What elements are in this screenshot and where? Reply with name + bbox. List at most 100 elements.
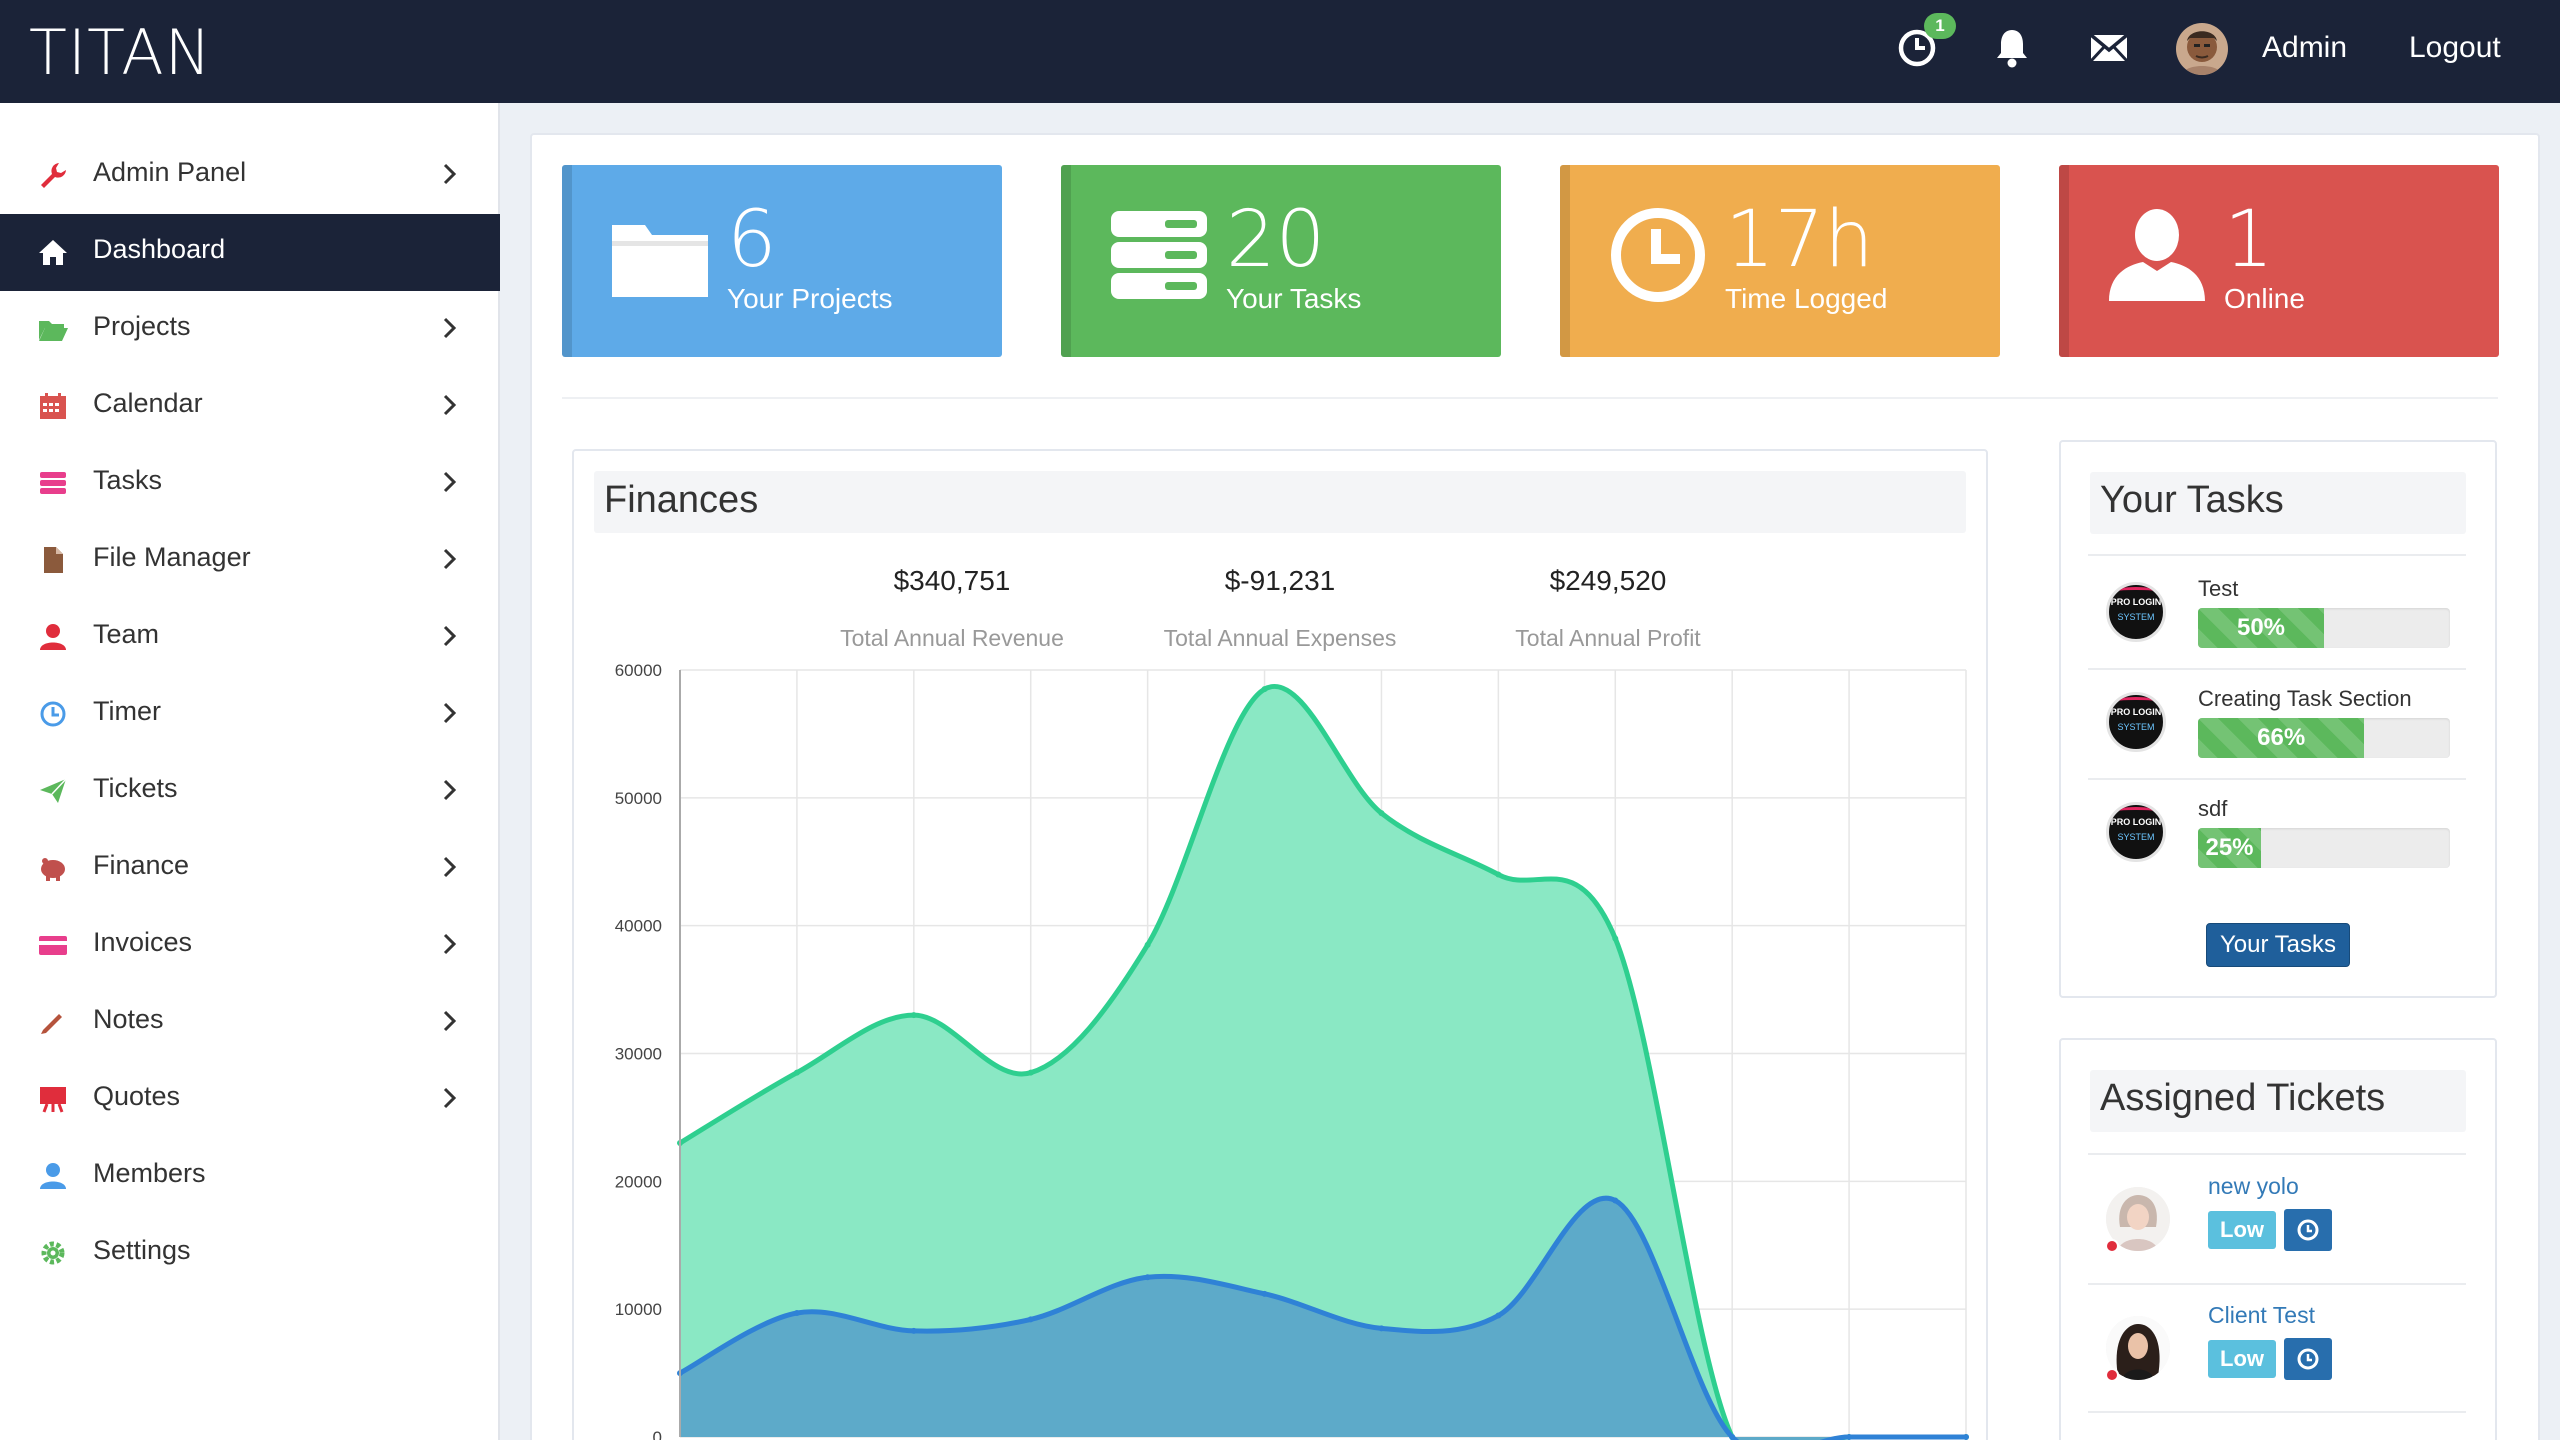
logo-text: PRO LOGIN [2110,817,2162,827]
logo-text: SYSTEM [2117,832,2155,842]
sidebar-item-label: Quotes [93,1081,181,1111]
sidebar-item-notes[interactable]: Notes [0,984,500,1061]
sidebar-item-invoices[interactable]: Invoices [0,907,500,984]
stat-time-logged[interactable]: 17h Time Logged [1560,165,2000,357]
stat-label: Online [2224,283,2305,314]
ticket-status-dot [2105,1368,2119,1382]
task-row[interactable]: PRO LOGIN SYSTEM sdf 25% [2088,778,2466,888]
top-navbar: TITAN 1 Admin Logout [0,0,2560,103]
task-progress-fill: 50% [2198,608,2324,648]
sidebar-item-settings[interactable]: Settings [0,1215,500,1292]
finances-header [594,471,1966,533]
ticket-title[interactable]: new yolo [2208,1173,2299,1200]
user-menu-name[interactable]: Admin [2262,31,2347,65]
credit-card-icon [37,929,69,961]
sidebar-item-members[interactable]: Members [0,1138,500,1215]
sidebar-item-label: Tickets [93,773,178,803]
task-row[interactable]: PRO LOGIN SYSTEM Test 50% [2088,558,2466,668]
sidebar-item-label: File Manager [93,542,251,572]
task-progress-bar: 66% [2198,718,2450,758]
sidebar-item-admin-panel[interactable]: Admin Panel [0,137,500,214]
y-tick-label: 30000 [615,1045,662,1064]
ticket-title[interactable]: Client Test [2208,1302,2315,1329]
task-logo: PRO LOGIN SYSTEM [2106,582,2166,642]
row-divider [2088,1283,2466,1285]
task-logo: PRO LOGIN SYSTEM [2106,692,2166,752]
sidebar-item-label: Invoices [93,927,193,957]
priority-badge: Low [2208,1340,2276,1378]
folder-open-icon [37,313,69,345]
sidebar-item-label: Calendar [93,388,203,418]
ticket-row[interactable]: new yolo Low [2088,1157,2466,1285]
total-profit-value: $249,520 [1549,565,1667,596]
sidebar-item-quotes[interactable]: Quotes [0,1061,500,1138]
data-point [910,1012,917,1019]
sidebar-item-label: Finance [93,850,190,880]
task-name[interactable]: Creating Task Section [2198,686,2412,712]
y-tick-label: 60000 [615,661,662,680]
chevron-right-icon [440,159,460,189]
task-row[interactable]: PRO LOGIN SYSTEM Creating Task Section 66% [2088,668,2466,778]
total-revenue-value: $340,751 [893,565,1011,596]
logo-text: PRO LOGIN [2110,707,2162,717]
stat-edge [1061,165,1071,357]
logo-text: SYSTEM [2117,612,2155,622]
sidebar-item-timer[interactable]: Timer [0,676,500,753]
stat-label: Time Logged [1725,283,1888,314]
sidebar-item-team[interactable]: Team [0,599,500,676]
task-name[interactable]: Test [2198,576,2238,602]
clock-icon[interactable] [2284,1338,2332,1380]
sidebar-item-label: Settings [93,1235,191,1265]
stat-value: 6 [727,195,777,285]
ticket-row[interactable]: Client Test Low [2088,1286,2466,1414]
data-point [1144,1274,1151,1281]
chevron-right-icon [440,467,460,497]
home-icon [37,236,69,268]
task-name[interactable]: sdf [2198,796,2227,822]
stat-edge [2059,165,2069,357]
data-point [1261,1290,1268,1297]
sidebar-item-tasks[interactable]: Tasks [0,445,500,522]
logout-link[interactable]: Logout [2409,31,2501,65]
sidebar-item-finance[interactable]: Finance [0,830,500,907]
logo-text: PRO LOGIN [2110,597,2162,607]
sidebar-item-label: Admin Panel [93,157,247,187]
total-revenue-label: Total Annual Revenue [840,625,1064,651]
task-progress-bar: 50% [2198,608,2450,648]
stat-online[interactable]: 1 Online [2059,165,2499,357]
chevron-right-icon [440,929,460,959]
sidebar-item-label: Projects [93,311,191,341]
ticket-status-dot [2105,1239,2119,1253]
data-point [1378,1325,1385,1332]
chevron-right-icon [440,1083,460,1113]
bell-icon[interactable] [1990,26,2034,70]
sidebar-item-dashboard[interactable]: Dashboard [0,214,500,291]
sidebar-item-calendar[interactable]: Calendar [0,368,500,445]
stat-tasks[interactable]: 20 Your Tasks [1061,165,1501,357]
sidebar-item-file-manager[interactable]: File Manager [0,522,500,599]
y-tick-label: 0 [653,1428,662,1440]
stat-value: 1 [2224,195,2274,285]
wrench-icon [37,159,69,191]
data-point [793,1069,800,1076]
data-point [1027,1069,1034,1076]
brand-logo[interactable]: TITAN [29,16,212,89]
your-tasks-button[interactable]: Your Tasks [2206,923,2350,967]
data-point [1612,1197,1619,1204]
sidebar-item-tickets[interactable]: Tickets [0,753,500,830]
mail-icon[interactable] [2087,26,2131,70]
finances-chart: 0 10000 20000 30000 40000 50000 60000 [615,661,1969,1440]
sidebar-item-label: Dashboard [93,234,226,264]
sidebar-item-projects[interactable]: Projects [0,291,500,368]
stat-label: Your Tasks [1226,283,1362,314]
stat-value: 20 [1226,195,1326,285]
user-avatar[interactable] [2176,23,2228,75]
sidebar-item-label: Notes [93,1004,164,1034]
priority-badge: Low [2208,1211,2276,1249]
total-profit-label: Total Annual Profit [1515,625,1701,651]
user-icon [37,1160,69,1192]
clock-icon[interactable] [2284,1209,2332,1251]
data-point [1027,1316,1034,1323]
chevron-right-icon [440,621,460,651]
stat-projects[interactable]: 6 Your Projects [562,165,1002,357]
